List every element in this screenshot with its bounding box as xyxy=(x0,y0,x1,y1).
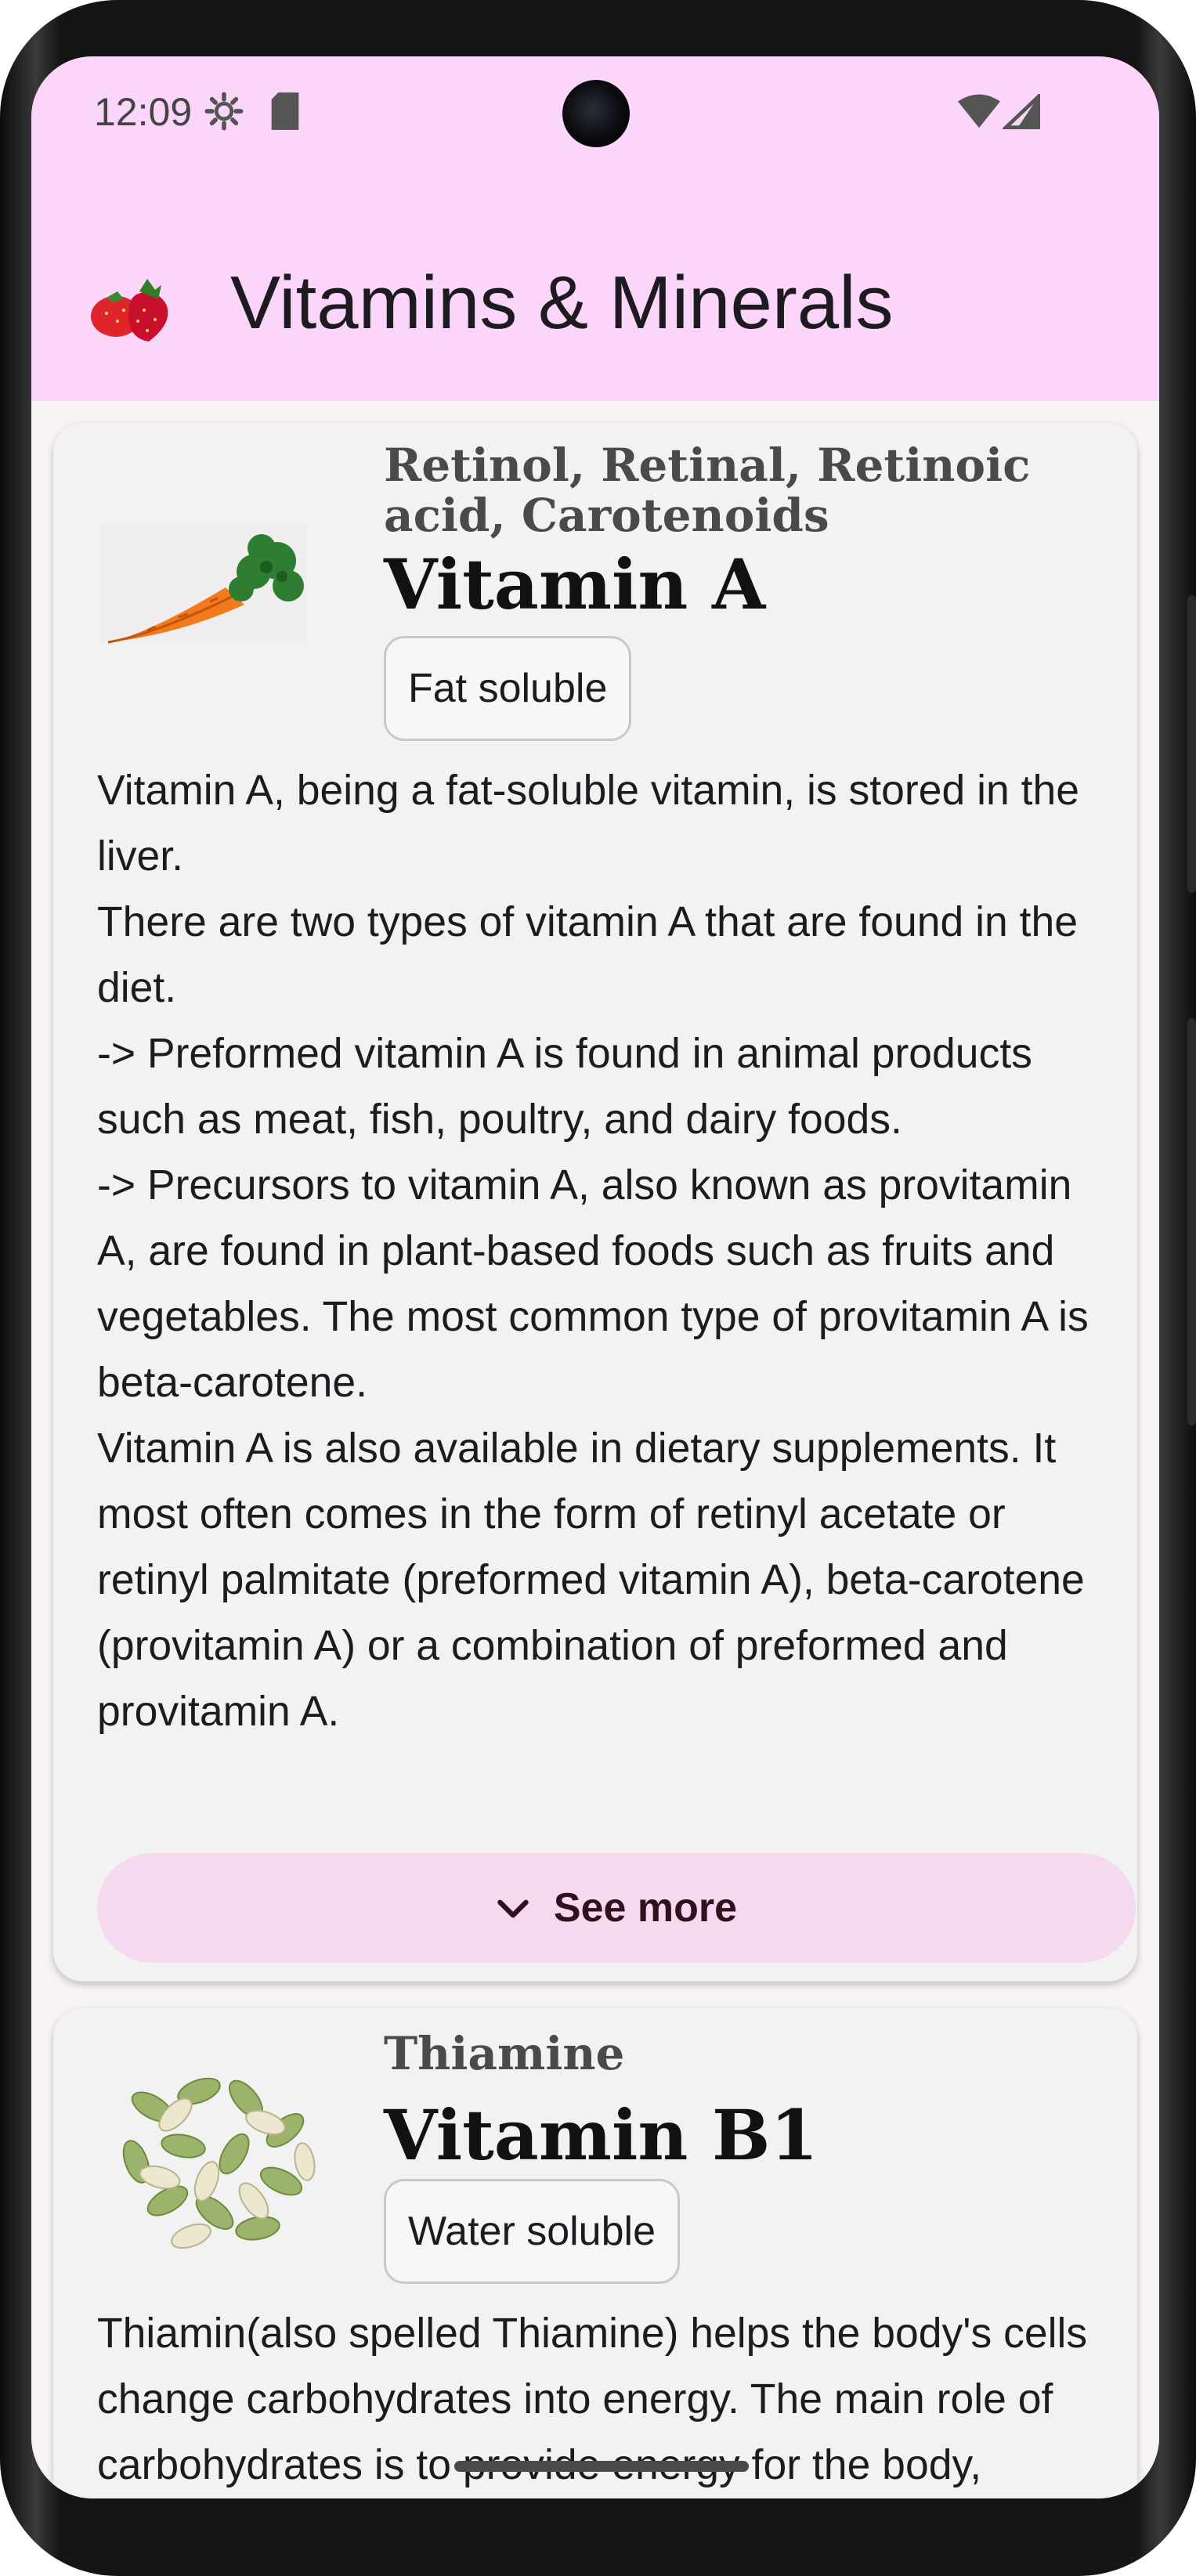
vitamin-description: Vitamin A, being a fat-soluble vitamin, … xyxy=(97,768,1089,1735)
settings-icon xyxy=(204,91,244,135)
front-camera xyxy=(562,80,630,147)
power-button xyxy=(1187,595,1196,893)
vitamin-name: Vitamin B1 xyxy=(384,2094,818,2176)
chevron-down-icon xyxy=(496,1884,530,1931)
seeds-icon xyxy=(81,2036,348,2275)
volume-button xyxy=(1187,1018,1196,1425)
solubility-chip[interactable]: Fat soluble xyxy=(384,636,632,741)
vitamin-chemical-names: Thiamine xyxy=(384,2027,625,2080)
cell-signal-icon xyxy=(1001,92,1041,134)
strawberry-icon xyxy=(83,276,175,350)
see-more-label: See more xyxy=(553,1885,738,1931)
carrot-icon xyxy=(100,517,313,677)
vitamin-name: Vitamin A xyxy=(384,544,766,625)
solubility-chip[interactable]: Water soluble xyxy=(384,2179,680,2284)
app-bar: Vitamins & Minerals xyxy=(31,174,1159,401)
sd-card-icon xyxy=(268,91,302,135)
screen: 12:09 Vitamins & Minerals Retinol, Retin… xyxy=(31,56,1159,2498)
gesture-nav-handle[interactable] xyxy=(454,2461,749,2472)
wifi-icon xyxy=(958,94,1000,134)
see-more-button[interactable]: See more xyxy=(97,1853,1136,1963)
status-bar: 12:09 xyxy=(31,56,1159,174)
vitamin-list[interactable]: Retinol, Retinal, Retinoic acid, Caroten… xyxy=(31,401,1159,2498)
vitamin-chemical-names: Retinol, Retinal, Retinoic acid, Caroten… xyxy=(384,439,1031,542)
app-title: Vitamins & Minerals xyxy=(230,261,894,345)
status-time: 12:09 xyxy=(94,90,193,134)
vitamin-card: Retinol, Retinal, Retinoic acid, Caroten… xyxy=(53,423,1137,1982)
vitamin-card: Thiamine Vitamin B1 Water soluble Thiami… xyxy=(53,2008,1137,2498)
